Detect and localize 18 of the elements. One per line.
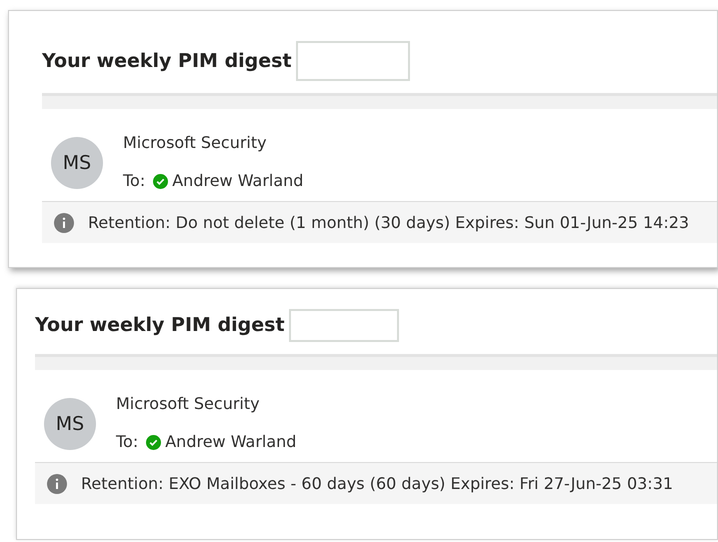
recipient-name[interactable]: Andrew Warland xyxy=(165,430,296,454)
sender-name: Microsoft Security xyxy=(116,393,261,415)
check-icon xyxy=(153,174,168,188)
info-icon xyxy=(47,474,67,494)
recipient-name[interactable]: Andrew Warland xyxy=(172,169,304,193)
subject-input-field[interactable] xyxy=(288,309,399,342)
info-icon xyxy=(54,212,74,232)
email-subject: Your weekly PIM digest xyxy=(42,48,292,74)
to-label: To: xyxy=(123,170,146,192)
subject-input-field[interactable] xyxy=(296,41,410,81)
retention-text: Retention: Do not delete (1 month) (30 days) Expires: Sun 01-Jun-25 14:23 xyxy=(88,212,690,234)
sender-name: Microsoft Security xyxy=(123,132,268,154)
sender-avatar: MS xyxy=(51,137,103,189)
retention-text: Retention: EXO Mailboxes - 60 days (60 days) Expires: Fri 27-Jun-25 03:31 xyxy=(81,472,674,494)
email-subject: Your weekly PIM digest xyxy=(35,313,285,338)
sender-avatar: MS xyxy=(44,398,96,450)
to-label: To: xyxy=(116,431,138,453)
check-icon xyxy=(146,434,162,450)
